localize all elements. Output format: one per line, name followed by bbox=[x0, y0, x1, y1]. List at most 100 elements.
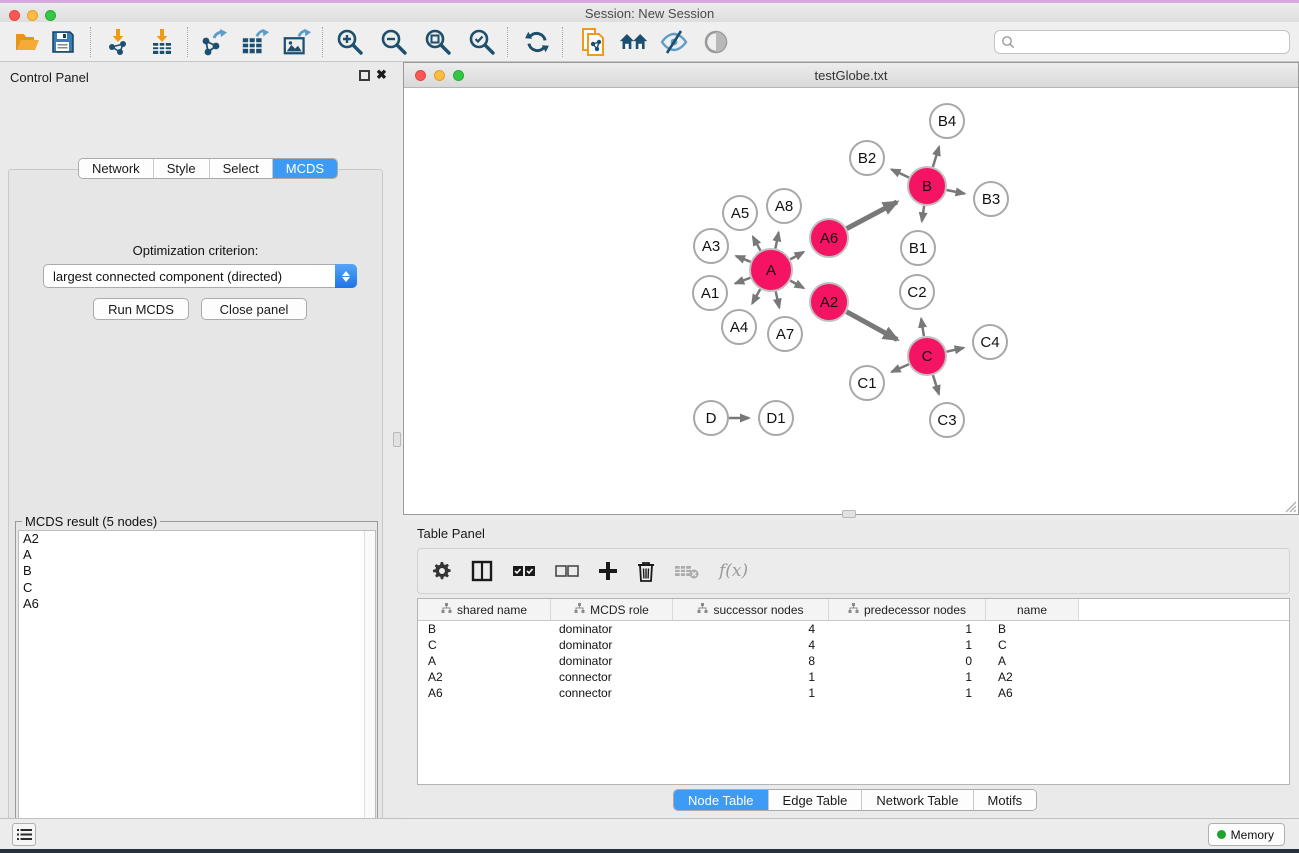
table-row[interactable]: Bdominator41B bbox=[418, 621, 1289, 637]
result-item[interactable]: C bbox=[19, 580, 375, 596]
graph-node-C4[interactable]: C4 bbox=[973, 325, 1007, 359]
graph-edge-C-C1[interactable] bbox=[892, 364, 909, 372]
graph-edge-B-B2[interactable] bbox=[891, 169, 908, 177]
graph-edge-A6-B[interactable] bbox=[847, 202, 897, 229]
graph-node-A[interactable]: A bbox=[750, 249, 792, 291]
tab-select[interactable]: Select bbox=[210, 159, 273, 178]
tab-edge-table[interactable]: Edge Table bbox=[769, 790, 863, 810]
panel-divider[interactable] bbox=[391, 62, 403, 818]
import-network-icon[interactable] bbox=[103, 27, 133, 57]
table-row[interactable]: Cdominator41C bbox=[418, 637, 1289, 653]
graph-edge-C-C2[interactable] bbox=[921, 319, 924, 337]
open-session-icon[interactable] bbox=[12, 27, 42, 57]
table-row[interactable]: A6connector11A6 bbox=[418, 685, 1289, 701]
graph-node-A1[interactable]: A1 bbox=[693, 276, 727, 310]
table-row[interactable]: Adominator80A bbox=[418, 653, 1289, 669]
graph-edge-A-A7[interactable] bbox=[776, 291, 780, 307]
close-panel-icon[interactable]: ✖ bbox=[376, 67, 387, 83]
graph-edge-B-B4[interactable] bbox=[933, 147, 939, 167]
memory-button[interactable]: Memory bbox=[1208, 823, 1285, 846]
table-row[interactable]: A2connector11A2 bbox=[418, 669, 1289, 685]
result-item[interactable]: A6 bbox=[19, 596, 375, 612]
graph-node-A8[interactable]: A8 bbox=[767, 189, 801, 223]
column-header-predecessor-nodes[interactable]: predecessor nodes bbox=[829, 599, 986, 620]
graph-node-A6[interactable]: A6 bbox=[810, 219, 848, 257]
export-network-icon[interactable] bbox=[198, 27, 228, 57]
delete-column-icon[interactable] bbox=[637, 556, 655, 586]
graph-edge-A-A6[interactable] bbox=[790, 252, 803, 259]
criterion-select[interactable]: largest connected component (directed) bbox=[43, 264, 357, 288]
graph-node-D1[interactable]: D1 bbox=[759, 401, 793, 435]
graph-node-C2[interactable]: C2 bbox=[900, 275, 934, 309]
column-header-MCDS-role[interactable]: MCDS role bbox=[551, 599, 673, 620]
divider-grip[interactable] bbox=[393, 432, 401, 447]
duplicate-network-icon[interactable] bbox=[579, 27, 609, 57]
float-panel-icon[interactable] bbox=[359, 70, 370, 81]
column-selector-icon[interactable] bbox=[471, 556, 493, 586]
result-item[interactable]: B bbox=[19, 563, 375, 579]
tab-network-table[interactable]: Network Table bbox=[862, 790, 973, 810]
graph-edge-A-A2[interactable] bbox=[790, 281, 803, 288]
home-icon[interactable] bbox=[619, 27, 649, 57]
graph-node-B3[interactable]: B3 bbox=[974, 182, 1008, 216]
column-header-name[interactable]: name bbox=[986, 599, 1079, 620]
graph-node-A7[interactable]: A7 bbox=[768, 317, 802, 351]
export-table-icon[interactable] bbox=[240, 27, 270, 57]
run-mcds-button[interactable]: Run MCDS bbox=[93, 298, 189, 320]
graph-edge-C-C4[interactable] bbox=[947, 348, 964, 352]
graph-node-A4[interactable]: A4 bbox=[722, 310, 756, 344]
graph-node-C1[interactable]: C1 bbox=[850, 366, 884, 400]
graph-edge-C-C3[interactable] bbox=[933, 375, 939, 394]
graph-edge-B-B3[interactable] bbox=[947, 190, 965, 194]
task-history-button[interactable] bbox=[12, 823, 36, 846]
graph-node-D[interactable]: D bbox=[694, 401, 728, 435]
import-table-icon[interactable] bbox=[147, 27, 177, 57]
graph-edge-B-B1[interactable] bbox=[922, 206, 924, 221]
table-settings-gear-icon[interactable] bbox=[432, 556, 452, 586]
column-header-shared-name[interactable]: shared name bbox=[418, 599, 551, 620]
graph-edge-A-A3[interactable] bbox=[736, 256, 751, 262]
result-item[interactable]: A bbox=[19, 547, 375, 563]
graph-edge-A-A5[interactable] bbox=[753, 237, 761, 251]
hide-panel-icon[interactable] bbox=[659, 27, 689, 57]
export-image-icon[interactable] bbox=[282, 27, 312, 57]
tab-node-table[interactable]: Node Table bbox=[674, 790, 769, 810]
deselect-all-icon[interactable] bbox=[555, 556, 579, 586]
mcds-result-list[interactable]: A2ABCA6 bbox=[18, 530, 376, 853]
graph-node-A2[interactable]: A2 bbox=[810, 283, 848, 321]
resize-grip-icon[interactable] bbox=[1281, 497, 1297, 513]
zoom-selected-icon[interactable] bbox=[467, 27, 497, 57]
zoom-fit-icon[interactable] bbox=[423, 27, 453, 57]
graph-node-B2[interactable]: B2 bbox=[850, 141, 884, 175]
graph-node-C[interactable]: C bbox=[908, 337, 946, 375]
column-header-successor-nodes[interactable]: successor nodes bbox=[673, 599, 829, 620]
network-canvas[interactable]: B4B2BB3A5A8A6A3AB1A1A2C2A4A7C4CC1DD1C3 bbox=[405, 89, 1298, 514]
graph-edge-A2-C[interactable] bbox=[847, 312, 898, 340]
add-column-icon[interactable] bbox=[598, 556, 618, 586]
zoom-in-icon[interactable] bbox=[335, 27, 365, 57]
close-panel-button[interactable]: Close panel bbox=[201, 298, 307, 320]
graph-edge-A-A8[interactable] bbox=[775, 232, 778, 248]
graph-node-A3[interactable]: A3 bbox=[694, 229, 728, 263]
graph-edge-A-A1[interactable] bbox=[735, 278, 750, 284]
save-session-icon[interactable] bbox=[48, 27, 78, 57]
zoom-out-icon[interactable] bbox=[379, 27, 409, 57]
function-builder-icon[interactable]: f(x) bbox=[719, 556, 748, 586]
tab-motifs[interactable]: Motifs bbox=[974, 790, 1037, 810]
scrollbar-track[interactable] bbox=[364, 531, 375, 853]
delete-table-icon[interactable] bbox=[674, 556, 700, 586]
graph-node-B1[interactable]: B1 bbox=[901, 231, 935, 265]
search-input[interactable] bbox=[1015, 35, 1289, 49]
refresh-icon[interactable] bbox=[522, 27, 552, 57]
tab-mcds[interactable]: MCDS bbox=[273, 159, 337, 178]
birdseye-icon[interactable] bbox=[701, 27, 731, 57]
graph-edge-A-A4[interactable] bbox=[752, 289, 760, 303]
horizontal-divider-grip[interactable] bbox=[842, 510, 856, 518]
graph-node-B[interactable]: B bbox=[908, 167, 946, 205]
tab-network[interactable]: Network bbox=[79, 159, 154, 178]
graph-node-B4[interactable]: B4 bbox=[930, 104, 964, 138]
graph-node-C3[interactable]: C3 bbox=[930, 403, 964, 437]
select-all-icon[interactable] bbox=[512, 556, 536, 586]
tab-style[interactable]: Style bbox=[154, 159, 210, 178]
result-item[interactable]: A2 bbox=[19, 531, 375, 547]
